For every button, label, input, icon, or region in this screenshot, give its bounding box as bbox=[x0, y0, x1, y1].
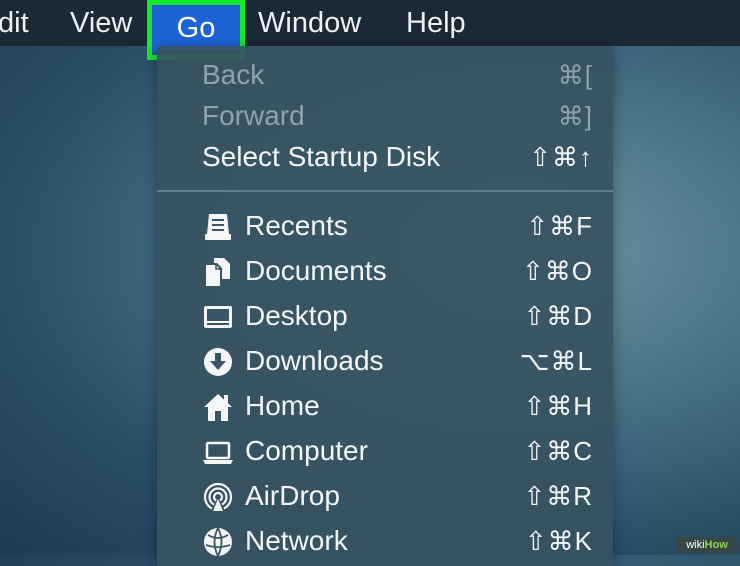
menu-item-label: Recents bbox=[245, 210, 348, 241]
menu-item-shortcut: ⇧⌘F bbox=[526, 211, 593, 241]
menu-item-recents[interactable]: Recents ⇧⌘F bbox=[157, 206, 613, 246]
downloads-icon bbox=[204, 348, 232, 376]
menu-item-label: Desktop bbox=[245, 300, 348, 331]
menu-item-label: Select Startup Disk bbox=[202, 141, 441, 172]
menu-item-home[interactable]: Home ⇧⌘H bbox=[157, 386, 613, 426]
menu-item-shortcut: ⇧⌘O bbox=[521, 256, 593, 286]
menu-view[interactable]: View bbox=[70, 0, 132, 46]
network-icon bbox=[204, 527, 232, 557]
menu-item-shortcut: ⌥⌘L bbox=[519, 346, 593, 376]
menu-item-back[interactable]: Back ⌘[ bbox=[157, 55, 613, 95]
menu-item-shortcut: ⌘[ bbox=[557, 60, 593, 90]
menu-item-shortcut: ⇧⌘H bbox=[523, 391, 593, 421]
menu-item-label: Forward bbox=[202, 100, 305, 131]
watermark-part1: wiki bbox=[686, 539, 705, 551]
menu-item-shortcut: ⇧⌘↑ bbox=[529, 142, 593, 172]
menu-item-desktop[interactable]: Desktop ⇧⌘D bbox=[157, 296, 613, 336]
menu-item-shortcut: ⇧⌘K bbox=[524, 526, 593, 556]
watermark-logo: wikiHow bbox=[676, 537, 738, 553]
menu-item-shortcut: ⇧⌘C bbox=[523, 436, 593, 466]
menu-item-computer[interactable]: Computer ⇧⌘C bbox=[157, 431, 613, 471]
menu-go-label: Go bbox=[176, 12, 216, 44]
menu-item-airdrop[interactable]: AirDrop ⇧⌘R bbox=[157, 476, 613, 516]
menu-bar: dit View Window Help bbox=[0, 0, 740, 46]
menu-item-forward[interactable]: Forward ⌘] bbox=[157, 96, 613, 136]
recents-icon bbox=[205, 214, 231, 240]
menu-help[interactable]: Help bbox=[406, 0, 466, 46]
desktop-icon bbox=[204, 306, 232, 328]
home-icon bbox=[204, 394, 232, 421]
menu-separator bbox=[157, 190, 613, 192]
watermark-part2: How bbox=[704, 539, 728, 551]
menu-item-label: AirDrop bbox=[245, 480, 340, 511]
documents-icon bbox=[206, 258, 230, 286]
go-dropdown-menu: Back ⌘[ Forward ⌘] Select Startup Disk ⇧… bbox=[157, 46, 613, 566]
menu-item-label: Documents bbox=[245, 255, 387, 286]
menu-item-label: Network bbox=[245, 525, 348, 556]
menu-item-label: Computer bbox=[245, 435, 368, 466]
computer-icon bbox=[203, 441, 233, 464]
menu-item-documents[interactable]: Documents ⇧⌘O bbox=[157, 251, 613, 291]
menu-item-shortcut: ⇧⌘D bbox=[523, 301, 593, 331]
menu-item-label: Back bbox=[202, 59, 265, 90]
menu-item-downloads[interactable]: Downloads ⌥⌘L bbox=[157, 341, 613, 381]
menu-edit[interactable]: dit bbox=[0, 0, 29, 46]
menu-item-shortcut: ⇧⌘R bbox=[523, 481, 593, 511]
menu-item-network[interactable]: Network ⇧⌘K bbox=[157, 521, 613, 561]
airdrop-icon bbox=[203, 482, 233, 512]
menu-item-label: Home bbox=[245, 390, 320, 421]
menu-item-select-startup-disk[interactable]: Select Startup Disk ⇧⌘↑ bbox=[157, 137, 613, 177]
menu-window[interactable]: Window bbox=[258, 0, 361, 46]
menu-item-label: Downloads bbox=[245, 345, 384, 376]
menu-item-shortcut: ⌘] bbox=[557, 101, 593, 131]
